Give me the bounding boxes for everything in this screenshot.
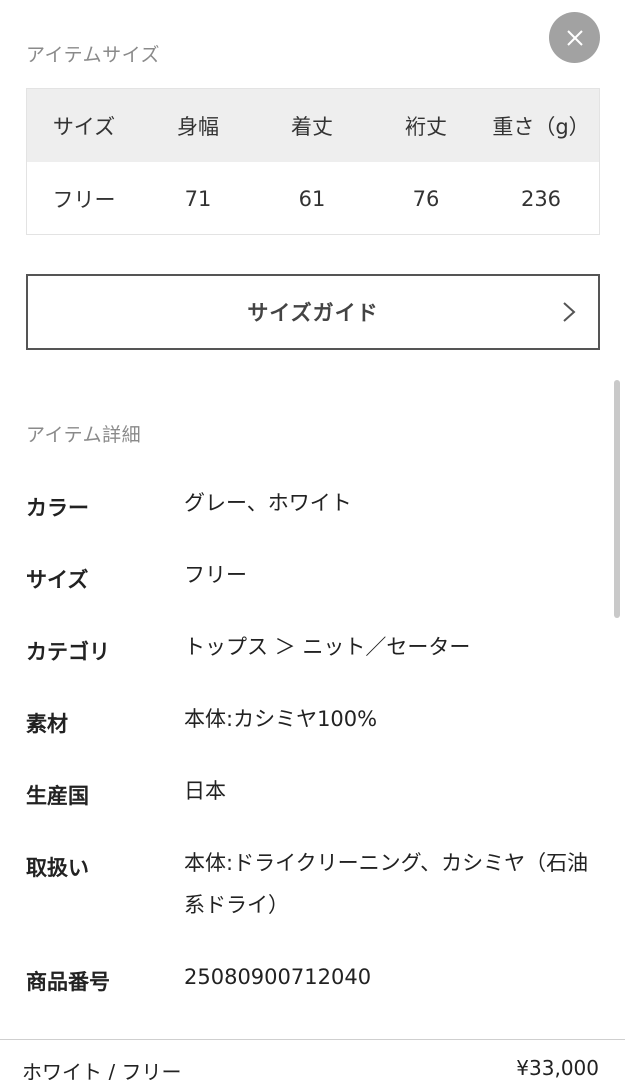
table-row: フリー 71 61 76 236	[27, 162, 599, 235]
detail-row-product-number: 商品番号 25080900712040	[26, 965, 606, 998]
detail-row-size: サイズ フリー	[26, 563, 606, 596]
item-size-title: アイテムサイズ	[26, 44, 161, 66]
size-table: サイズ 身幅 着丈 裄丈 重さ（g） フリー 71 61 76 236	[26, 88, 600, 235]
detail-label: サイズ	[26, 568, 89, 592]
price: ¥33,000	[516, 1056, 599, 1080]
size-cell: 236	[520, 186, 562, 211]
detail-row-care: 取扱い 本体:ドライクリーニング、カシミヤ（石油系ドライ）	[26, 851, 606, 926]
close-button[interactable]	[549, 12, 600, 63]
detail-value: 本体:カシミヤ100%	[184, 707, 378, 731]
size-guide-button[interactable]: サイズガイド	[26, 274, 600, 350]
size-cell: 76	[412, 186, 440, 211]
detail-value: 本体:ドライクリーニング、カシミヤ（石油系ドライ）	[184, 851, 589, 917]
detail-row-material: 素材 本体:カシミヤ100%	[26, 707, 606, 740]
size-header-cell: 裄丈	[405, 114, 447, 139]
size-header-cell: サイズ	[52, 114, 116, 139]
size-header-cell: 着丈	[291, 114, 333, 139]
size-header-cell: 重さ（g）	[492, 114, 590, 139]
detail-label: カテゴリ	[26, 640, 110, 664]
detail-label: 生産国	[26, 784, 89, 808]
detail-value: 25080900712040	[184, 965, 372, 989]
scrollbar-thumb[interactable]	[614, 380, 620, 618]
size-header-cell: 身幅	[177, 114, 219, 139]
detail-row-color: カラー グレー、ホワイト	[26, 491, 606, 524]
size-cell: フリー	[52, 187, 116, 212]
detail-label: 商品番号	[26, 970, 110, 994]
detail-label: 取扱い	[26, 856, 89, 880]
detail-label: カラー	[26, 496, 89, 520]
size-table-header: サイズ 身幅 着丈 裄丈 重さ（g）	[27, 89, 599, 162]
detail-value: フリー	[184, 563, 247, 587]
detail-value: グレー、ホワイト	[184, 491, 352, 515]
size-cell: 71	[184, 186, 212, 211]
size-guide-label: サイズガイド	[247, 301, 379, 325]
close-icon	[566, 29, 583, 46]
detail-value: トップス ＞ ニット／セーター	[184, 635, 471, 659]
chevron-right-icon	[563, 302, 576, 322]
detail-row-country: 生産国 日本	[26, 779, 606, 812]
selected-variant: ホワイト / フリー	[22, 1060, 182, 1080]
detail-label: 素材	[26, 712, 68, 736]
item-details-title: アイテム詳細	[26, 424, 142, 446]
detail-value: 日本	[184, 779, 226, 803]
item-detail-panel: アイテムサイズ サイズ 身幅 着丈 裄丈 重さ（g） フリー 71 61 76 …	[0, 0, 625, 1080]
detail-row-category: カテゴリ トップス ＞ ニット／セーター	[26, 635, 606, 668]
size-cell: 61	[298, 186, 326, 211]
bottom-bar: ホワイト / フリー ¥33,000	[0, 1039, 625, 1080]
